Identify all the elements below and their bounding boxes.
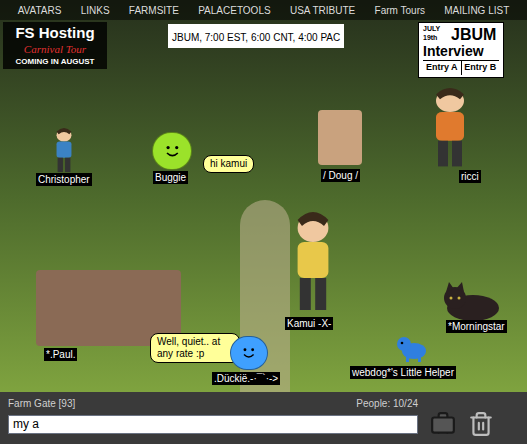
people-count: People: 10/24 bbox=[356, 396, 418, 411]
nav-link[interactable]: USA TRIBUTE bbox=[290, 3, 355, 18]
smiley-avatar-icon[interactable] bbox=[152, 132, 192, 170]
smiley-avatar-icon[interactable] bbox=[230, 336, 268, 370]
promo-sign[interactable]: FS HostingCarnival TourCOMING IN AUGUST bbox=[3, 22, 107, 69]
user-name-label[interactable]: webdog*'s Little Helper bbox=[350, 366, 456, 379]
nav-bar: AVATARS LINKS FARMSITE PALACETOOLS USA TRIBU… bbox=[0, 0, 527, 20]
control-panel: Farm Gate [93] People: 10/24 bbox=[0, 392, 527, 444]
nav-link[interactable]: FARMSITE bbox=[129, 3, 179, 18]
user-name-label[interactable]: / Doug / bbox=[321, 169, 360, 182]
nav-link[interactable]: MAILING LIST bbox=[444, 3, 509, 18]
user-name-label[interactable]: ricci bbox=[459, 170, 481, 183]
nav-link[interactable]: LINKS bbox=[81, 3, 110, 18]
entry-link[interactable]: Entry A bbox=[423, 61, 462, 75]
cat-avatar-icon[interactable] bbox=[440, 282, 502, 322]
chat-input[interactable] bbox=[8, 415, 418, 434]
figure-avatar-icon[interactable] bbox=[420, 88, 480, 168]
user-name-label[interactable]: *Morningstar bbox=[446, 320, 507, 333]
palace-window: AVATARS LINKS FARMSITE PALACETOOLS USA TRIBU… bbox=[0, 0, 527, 444]
status-bar: Farm Gate [93] People: 10/24 bbox=[8, 396, 418, 411]
interview-sign[interactable]: JULY 19thJBUMInterviewEntry AEntry B bbox=[418, 22, 504, 78]
nav-link[interactable]: AVATARS bbox=[18, 3, 62, 18]
briefcase-icon[interactable] bbox=[430, 411, 456, 437]
dog-avatar-icon[interactable] bbox=[396, 334, 430, 362]
nav-link[interactable]: PALACETOOLS bbox=[198, 3, 270, 18]
trash-icon[interactable] bbox=[468, 411, 494, 437]
figure-avatar-icon[interactable] bbox=[48, 128, 80, 173]
photo-avatar-icon[interactable] bbox=[318, 110, 362, 165]
user-name-label[interactable]: *.Paul. bbox=[44, 348, 77, 361]
user-name-label[interactable]: Kamui -X- bbox=[285, 317, 333, 330]
user-name-label[interactable]: .Dückië.-·¯`·-> bbox=[212, 372, 280, 385]
chat-balloon: Well, quiet.. at any rate :p bbox=[150, 333, 240, 363]
user-name-label[interactable]: Buggie bbox=[153, 171, 188, 184]
nav-link[interactable]: Farm Tours bbox=[375, 3, 425, 18]
room-name: Farm Gate [93] bbox=[8, 396, 75, 411]
event-notice: JBUM, 7:00 EST, 6:00 CNT, 4:00 PAC bbox=[168, 24, 344, 48]
room-view[interactable]: AVATARS LINKS FARMSITE PALACETOOLS USA TRIBU… bbox=[0, 0, 527, 392]
user-name-label[interactable]: Christopher bbox=[36, 173, 92, 186]
figure-avatar-icon[interactable] bbox=[280, 212, 346, 312]
chat-balloon: hi kamui bbox=[203, 155, 254, 173]
entry-link[interactable]: Entry B bbox=[462, 61, 500, 75]
